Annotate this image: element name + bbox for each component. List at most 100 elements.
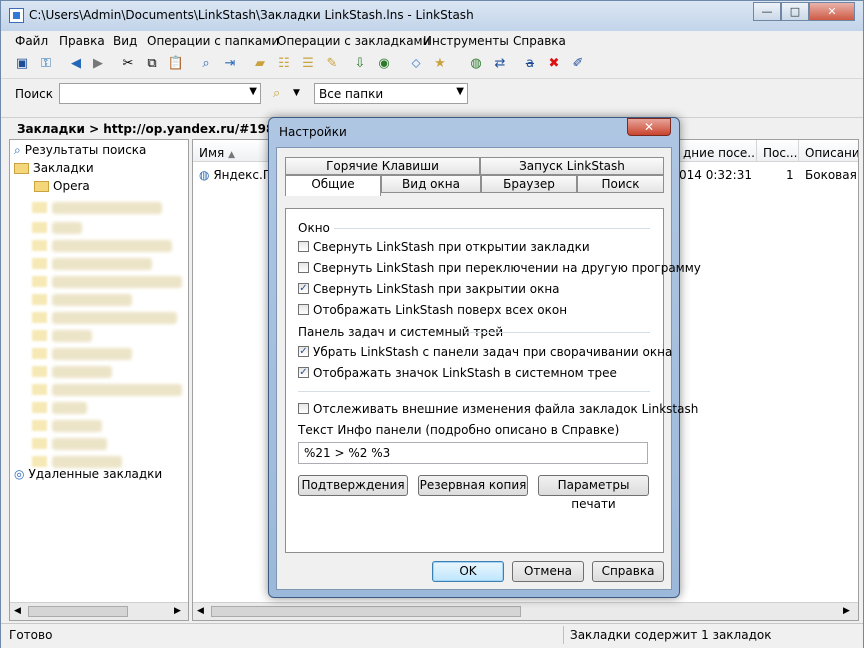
option-minimize-on-switch[interactable]: Свернуть LinkStash при переключении на д…: [298, 261, 701, 275]
confirmations-button[interactable]: Подтверждения: [298, 475, 408, 496]
info-panel-label: Текст Инфо панели (подробно описано в Сп…: [298, 423, 620, 437]
search-options-chevron-icon[interactable]: ▼: [293, 88, 300, 98]
properties-icon[interactable]: ✐: [569, 55, 587, 73]
folder-open-icon: [14, 163, 29, 174]
info-panel-input[interactable]: %21 > %2 %3: [298, 442, 648, 464]
menu-edit[interactable]: Правка: [59, 34, 105, 48]
backup-button[interactable]: Резервная копия: [418, 475, 528, 496]
tree-scrollbar[interactable]: ◀ ▶: [10, 602, 188, 620]
tab-startup[interactable]: Запуск LinkStash: [480, 157, 664, 175]
cancel-button[interactable]: Отмена: [512, 561, 584, 582]
tab-browser[interactable]: Браузер: [481, 175, 577, 193]
menu-help[interactable]: Справка: [513, 34, 566, 48]
folder-icon: [32, 348, 47, 359]
scroll-thumb[interactable]: [211, 606, 521, 617]
folder-list-icon[interactable]: ☰: [299, 55, 317, 73]
status-divider: [563, 626, 564, 644]
bookmark-count: Закладки содержит 1 закладок: [570, 628, 772, 642]
find-icon[interactable]: ⌕: [197, 55, 215, 73]
back-icon[interactable]: ◀: [67, 55, 85, 73]
folder-tree: ⌕ Результаты поиска Закладки Opera ◎ Удале…: [9, 139, 189, 621]
column-description[interactable]: Описание: [799, 140, 858, 162]
checkbox-checked[interactable]: ✓: [298, 346, 309, 357]
maximize-button[interactable]: □: [781, 2, 809, 21]
globe-icon[interactable]: ◉: [375, 55, 393, 73]
tag-icon[interactable]: ⬦: [407, 55, 425, 73]
ok-button[interactable]: OK: [432, 561, 504, 582]
bookmark-folder-icon[interactable]: ★: [431, 55, 449, 73]
option-always-on-top[interactable]: Отображать LinkStash поверх всех окон: [298, 303, 567, 317]
option-minimize-on-open[interactable]: Свернуть LinkStash при открытии закладки: [298, 240, 590, 254]
search-input[interactable]: ▼: [59, 83, 261, 104]
chevron-down-icon[interactable]: ▼: [456, 86, 464, 97]
folder-icon: [32, 438, 47, 449]
tree-item-search-results[interactable]: ⌕ Результаты поиска: [14, 143, 146, 158]
help-button[interactable]: Справка: [592, 561, 664, 582]
copy-icon[interactable]: ⧉: [143, 55, 161, 73]
info-panel-value: %21 > %2 %3: [304, 446, 391, 460]
pin-icon[interactable]: ⇥: [221, 55, 239, 73]
column-last-visit[interactable]: дние посе...: [677, 140, 757, 162]
delete-icon[interactable]: ✖: [545, 55, 563, 73]
web-icon[interactable]: ◍: [467, 55, 485, 73]
folder-edit-icon[interactable]: ✎: [323, 55, 341, 73]
print-settings-button[interactable]: Параметры печати: [538, 475, 649, 511]
tab-window-view[interactable]: Вид окна: [381, 175, 481, 193]
search-label: Поиск: [15, 87, 54, 101]
folder-icon: [32, 366, 47, 377]
close-button[interactable]: ✕: [809, 2, 855, 21]
menu-bookmark-ops[interactable]: Операции с закладками: [277, 34, 430, 48]
checkbox[interactable]: [298, 304, 309, 315]
scroll-left-icon[interactable]: ◀: [14, 606, 21, 616]
row-date: 014 0:32:31: [679, 168, 752, 182]
option-show-tray-icon[interactable]: ✓ Отображать значок LinkStash в системном…: [298, 366, 617, 380]
import-icon[interactable]: ⇩: [351, 55, 369, 73]
menu-folder-ops[interactable]: Операции с папками: [147, 34, 279, 48]
folder-icon: [32, 456, 47, 467]
blurred-item: [52, 240, 172, 252]
menu-file[interactable]: Файл: [15, 34, 48, 48]
blurred-item: [52, 258, 152, 270]
spell-icon[interactable]: a̶: [521, 55, 539, 73]
checkbox-checked[interactable]: ✓: [298, 367, 309, 378]
search-go-icon[interactable]: ⌕: [273, 86, 280, 101]
menu-tools[interactable]: Инструменты: [423, 34, 509, 48]
checkbox[interactable]: [298, 403, 309, 414]
folder-filter-select[interactable]: Все папки ▼: [314, 83, 468, 104]
cut-icon[interactable]: ✂: [119, 55, 137, 73]
minimize-button[interactable]: —: [753, 2, 781, 21]
sync-icon[interactable]: ⇄: [491, 55, 509, 73]
tree-item-remote[interactable]: ◎ Удаленные закладки: [14, 467, 162, 481]
scroll-right-icon[interactable]: ▶: [174, 606, 181, 616]
scroll-left-icon[interactable]: ◀: [197, 606, 204, 616]
folder-tree-icon[interactable]: ☷: [275, 55, 293, 73]
paste-icon[interactable]: 📋: [167, 55, 185, 73]
new-folder-icon[interactable]: ▰: [251, 55, 269, 73]
tab-hotkeys[interactable]: Горячие Клавиши: [285, 157, 480, 175]
column-visits[interactable]: Пос...: [757, 140, 799, 162]
toolbar: ▣ ⚿ ◀ ▶ ✂ ⧉ 📋 ⌕ ⇥ ▰ ☷ ☰ ✎ ⇩ ◉ ⬦ ★ ◍ ⇄ a̶…: [1, 52, 863, 79]
tab-search[interactable]: Поиск: [577, 175, 664, 193]
blurred-item: [52, 420, 102, 432]
checkbox[interactable]: [298, 241, 309, 252]
option-track-file-changes[interactable]: Отслеживать внешние изменения файла закл…: [298, 402, 698, 416]
scroll-right-icon[interactable]: ▶: [843, 606, 850, 616]
option-remove-from-taskbar[interactable]: ✓ Убрать LinkStash с панели задач при сво…: [298, 345, 672, 359]
forward-icon[interactable]: ▶: [89, 55, 107, 73]
scroll-thumb[interactable]: [28, 606, 128, 617]
tree-item-bookmarks[interactable]: Закладки: [14, 161, 94, 175]
tab-general[interactable]: Общие: [285, 175, 381, 196]
save-icon[interactable]: ▣: [13, 55, 31, 73]
key-icon[interactable]: ⚿: [37, 55, 55, 73]
dialog-close-button[interactable]: ✕: [627, 118, 671, 136]
checkbox-checked[interactable]: ✓: [298, 283, 309, 294]
menu-view[interactable]: Вид: [113, 34, 137, 48]
blurred-item: [52, 222, 82, 234]
tree-item-opera[interactable]: Opera: [34, 179, 90, 193]
chevron-down-icon[interactable]: ▼: [249, 86, 257, 97]
list-scrollbar[interactable]: ◀ ▶: [193, 602, 858, 620]
checkbox[interactable]: [298, 262, 309, 273]
folder-icon: [32, 312, 47, 323]
folder-icon: [32, 420, 47, 431]
option-minimize-on-close[interactable]: ✓ Свернуть LinkStash при закрытии окна: [298, 282, 560, 296]
